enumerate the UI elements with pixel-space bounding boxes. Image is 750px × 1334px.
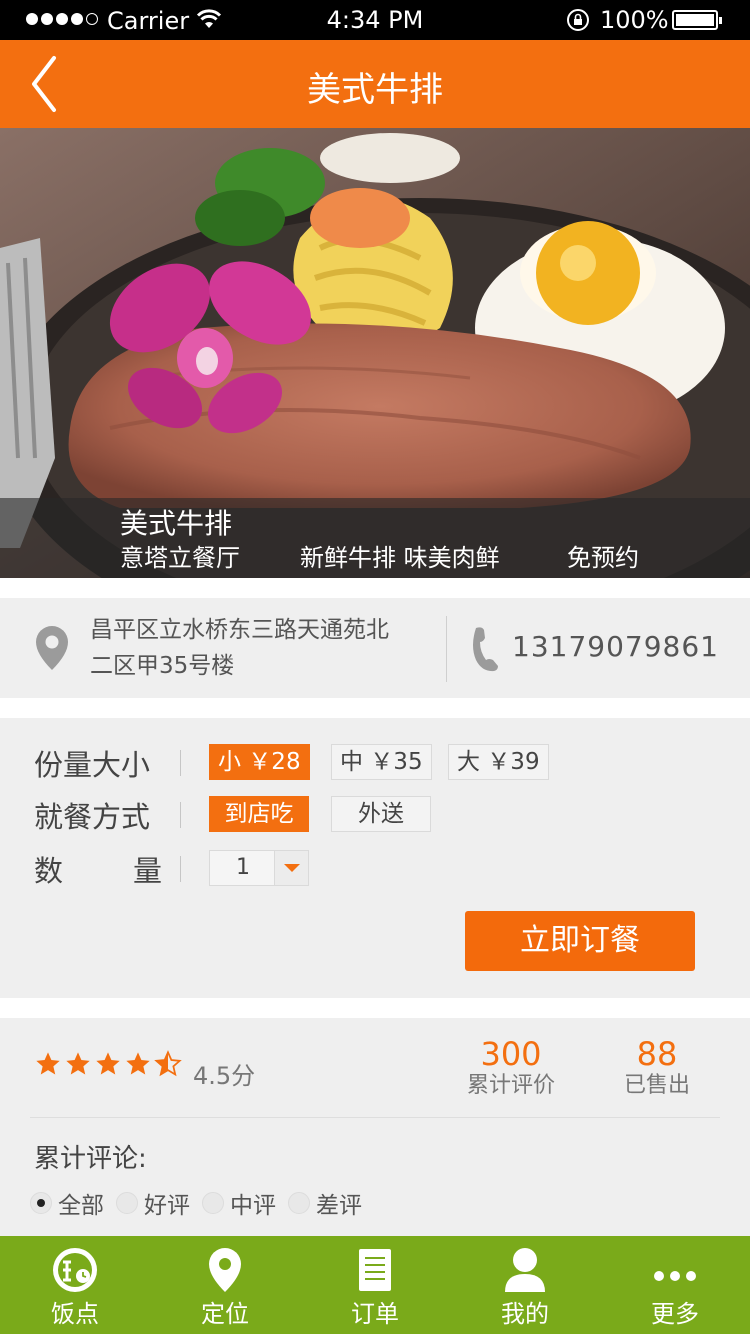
dish-info-overlay: 美式牛排 意塔立餐厅 新鲜牛排 味美肉鲜 免预约 [0, 498, 750, 578]
size-label: 份量大小 [34, 748, 151, 782]
size-medium-option[interactable]: 中 ￥35 [331, 744, 432, 780]
filter-positive[interactable]: 好评 [116, 1186, 190, 1220]
filter-all[interactable]: 全部 [30, 1186, 104, 1220]
quantity-label: 数 量 [34, 848, 162, 890]
filter-neutral[interactable]: 中评 [202, 1186, 276, 1220]
phone-number[interactable]: 13179079861 [512, 630, 719, 663]
navigation-bar: 美式牛排 [0, 40, 750, 128]
reviews-title: 累计评论: [34, 1144, 147, 1174]
location-pin-icon [36, 626, 68, 670]
quantity-select[interactable]: 1 [209, 850, 309, 886]
restaurant-name: 意塔立餐厅 [120, 544, 240, 572]
tab-more[interactable]: 更多 [600, 1236, 750, 1334]
filter-negative[interactable]: 差评 [288, 1186, 362, 1220]
filter-negative-label: 差评 [316, 1193, 362, 1219]
divider [446, 616, 447, 682]
radio-selected-icon[interactable] [30, 1192, 52, 1214]
size-row: 份量大小 小 ￥28 中 ￥35 大 ￥39 [0, 742, 750, 782]
dine-in-option[interactable]: 到店吃 [209, 796, 309, 832]
dish-tags: 新鲜牛排 味美肉鲜 [300, 544, 500, 572]
tab-mine[interactable]: 我的 [450, 1236, 600, 1334]
tab-label: 我的 [501, 1300, 549, 1328]
tab-location[interactable]: 定位 [150, 1236, 300, 1334]
dish-name: 美式牛排 [120, 507, 233, 540]
total-reviews-count: 300 [480, 1035, 542, 1073]
total-reviews-label: 累计评价 [466, 1073, 555, 1098]
user-icon [505, 1248, 545, 1292]
order-document-icon [359, 1249, 391, 1291]
dining-label: 就餐方式 [34, 800, 151, 834]
size-large-option[interactable]: 大 ￥39 [448, 744, 549, 780]
rotation-lock-icon [567, 9, 589, 31]
tab-label: 定位 [201, 1300, 249, 1328]
address-card: 昌平区立水桥东三路天通苑北 二区甲35号楼 13179079861 [0, 598, 750, 698]
rating-score: 4.5分 [193, 1062, 256, 1090]
sold-stat: 88 已售出 [612, 1036, 702, 1100]
tab-label: 更多 [651, 1300, 699, 1328]
quantity-row: 数 量 1 [0, 848, 750, 888]
order-options-card: 份量大小 小 ￥28 中 ￥35 大 ￥39 就餐方式 到店吃 外送 数 量 1… [0, 718, 750, 998]
rating-stars [34, 1050, 182, 1078]
battery-percentage: 100% [600, 6, 669, 34]
rice-time-icon [53, 1248, 97, 1292]
battery-icon [672, 10, 722, 30]
radio-icon[interactable] [202, 1192, 224, 1214]
quantity-label-char-1: 数 [34, 854, 64, 888]
restaurant-address[interactable]: 昌平区立水桥东三路天通苑北 二区甲35号楼 [90, 612, 435, 684]
address-line-1: 昌平区立水桥东三路天通苑北 [90, 617, 389, 643]
filter-all-label: 全部 [58, 1193, 104, 1219]
reservation-note: 免预约 [567, 544, 639, 572]
tab-orders[interactable]: 订单 [300, 1236, 450, 1334]
review-filters: 全部 好评 中评 差评 [30, 1186, 374, 1220]
tab-label: 订单 [351, 1300, 399, 1328]
delivery-option[interactable]: 外送 [331, 796, 431, 832]
quantity-value: 1 [236, 855, 250, 880]
star-half-icon [154, 1050, 182, 1077]
star-full-icon [36, 1052, 60, 1075]
separator [180, 802, 181, 828]
star-full-icon [66, 1052, 90, 1075]
radio-icon[interactable] [116, 1192, 138, 1214]
tab-rice[interactable]: 饭点 [0, 1236, 150, 1334]
star-full-icon [126, 1052, 150, 1075]
radio-icon[interactable] [288, 1192, 310, 1214]
sold-count: 88 [636, 1035, 678, 1073]
filter-positive-label: 好评 [144, 1193, 190, 1219]
sold-label: 已售出 [623, 1073, 690, 1098]
dining-row: 就餐方式 到店吃 外送 [0, 794, 750, 834]
address-line-2: 二区甲35号楼 [90, 653, 235, 679]
separator [180, 750, 181, 776]
filter-neutral-label: 中评 [230, 1193, 276, 1219]
reviews-card: 4.5分 300 累计评价 88 已售出 累计评论: 全部 好评 中评 差评 [0, 1018, 750, 1236]
phone-icon [473, 627, 498, 672]
separator [180, 856, 181, 882]
bottom-tab-bar: 饭点 定位 订单 我的 更多 [0, 1236, 750, 1334]
status-bar: Carrier 4:34 PM 100% [0, 0, 750, 40]
dropdown-arrow-icon[interactable] [274, 851, 308, 885]
size-small-option[interactable]: 小 ￥28 [209, 744, 310, 780]
more-dots-icon [654, 1271, 696, 1281]
location-pin-icon [209, 1248, 241, 1292]
star-full-icon [96, 1052, 120, 1075]
total-reviews-stat: 300 累计评价 [455, 1036, 567, 1100]
divider [30, 1117, 720, 1118]
tab-label: 饭点 [51, 1300, 99, 1328]
order-now-button[interactable]: 立即订餐 [465, 911, 695, 971]
quantity-label-char-2: 量 [132, 854, 162, 888]
dish-photo: 美式牛排 意塔立餐厅 新鲜牛排 味美肉鲜 免预约 [0, 128, 750, 578]
page-title: 美式牛排 [307, 70, 443, 110]
